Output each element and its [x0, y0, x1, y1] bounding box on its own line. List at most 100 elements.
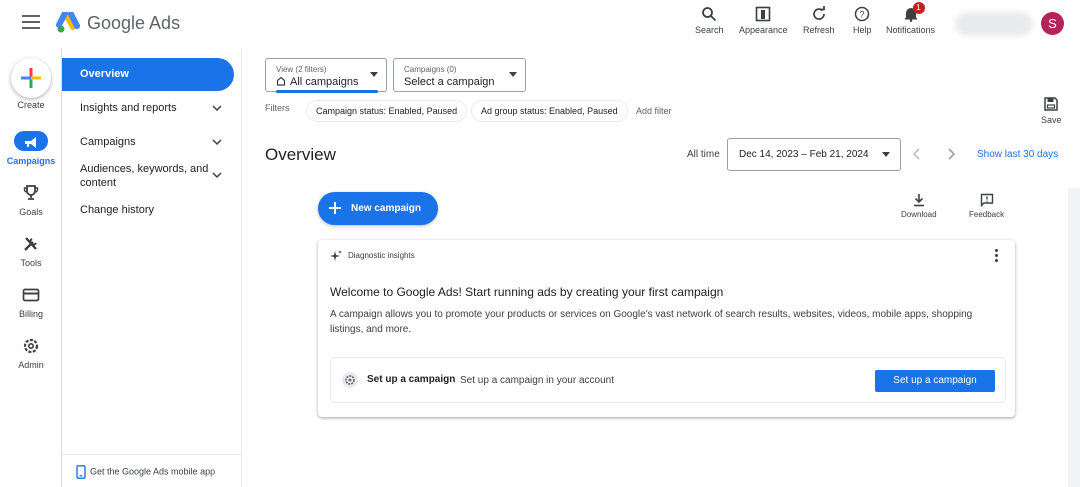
plus-icon	[329, 202, 341, 214]
filter-chip-ad-group-status[interactable]: Ad group status: Enabled, Paused	[472, 101, 627, 121]
save-label: Save	[1041, 115, 1062, 125]
trophy-icon	[23, 185, 39, 200]
nav-panel: Overview Insights and reports Campaigns …	[62, 48, 242, 487]
mobile-app-link[interactable]: Get the Google Ads mobile app	[76, 465, 215, 479]
plus-icon	[21, 68, 41, 88]
svg-text:?: ?	[860, 10, 865, 20]
tools-icon	[24, 237, 37, 251]
credit-card-icon	[22, 288, 40, 302]
appearance-button[interactable]: Appearance	[739, 6, 788, 35]
download-button[interactable]: Download	[901, 193, 937, 219]
main-content: View (2 filters) All campaigns Campaigns…	[243, 48, 1080, 487]
rail-item-admin[interactable]: Admin	[0, 336, 62, 380]
chevron-left-icon[interactable]	[912, 148, 922, 160]
more-vert-icon[interactable]	[995, 249, 999, 264]
dropdown-arrow-icon	[882, 152, 890, 157]
add-filter-button[interactable]: Add filter	[636, 106, 672, 116]
account-info[interactable]	[955, 12, 1033, 36]
feedback-button[interactable]: Feedback	[969, 193, 1004, 219]
refresh-icon	[812, 6, 825, 20]
card-headline: Welcome to Google Ads! Start running ads…	[330, 285, 724, 299]
brand-name: Google Ads	[87, 13, 181, 33]
dropdown-arrow-icon	[509, 72, 517, 77]
mobile-app-label: Get the Google Ads mobile app	[90, 466, 216, 477]
nav-label-overview: Overview	[80, 68, 129, 80]
setup-title: Set up a campaign	[367, 374, 456, 385]
setup-subtitle: Set up a campaign in your account	[460, 375, 614, 386]
nav-label-insights: Insights and reports	[80, 102, 177, 114]
notifications-label: Notifications	[886, 25, 936, 35]
feedback-icon	[980, 193, 993, 207]
date-range-value: Dec 14, 2023 – Feb 21, 2024	[739, 149, 869, 160]
nav-label-campaigns: Campaigns	[80, 136, 136, 148]
feedback-label: Feedback	[969, 210, 1005, 219]
page-title: Overview	[265, 145, 336, 164]
set-up-campaign-button[interactable]: Set up a campaign	[875, 370, 995, 392]
google-ads-logo	[56, 12, 80, 33]
help-button[interactable]: ? Help	[853, 6, 872, 35]
scrollbar[interactable]	[1068, 188, 1080, 487]
left-rail: Create Campaigns Goals Tools Billing Adm…	[0, 48, 62, 487]
filters-label: Filters	[265, 103, 290, 113]
new-campaign-button[interactable]: New campaign	[318, 192, 438, 225]
refresh-button[interactable]: Refresh	[803, 6, 835, 35]
search-icon	[702, 7, 717, 22]
view-picker-caption: View (2 filters)	[276, 65, 327, 74]
nav-item-overview[interactable]: Overview	[62, 58, 234, 91]
date-range-picker[interactable]: Dec 14, 2023 – Feb 21, 2024	[727, 138, 901, 171]
rail-item-campaigns[interactable]: Campaigns	[0, 131, 62, 176]
rail-item-tools[interactable]: Tools	[0, 234, 62, 278]
nav-label-change-history: Change history	[80, 204, 154, 216]
dropdown-arrow-icon	[370, 72, 378, 77]
download-icon	[913, 194, 924, 207]
rail-item-goals[interactable]: Goals	[0, 183, 62, 227]
nav-item-insights[interactable]: Insights and reports	[62, 102, 234, 116]
rail-label-billing: Billing	[18, 309, 43, 319]
nav-item-change-history[interactable]: Change history	[62, 204, 234, 218]
app-root: Google Ads Search Appearance Refresh ? H…	[0, 0, 1080, 487]
new-campaign-label: New campaign	[351, 203, 422, 214]
diagnostic-card: Diagnostic insights Welcome to Google Ad…	[318, 240, 1015, 417]
search-label: Search	[695, 25, 724, 35]
top-bar: Google Ads Search Appearance Refresh ? H…	[0, 0, 1080, 48]
diagnostic-text: Diagnostic insights	[348, 251, 415, 261]
diagnostic-insights-label: Diagnostic insights	[330, 250, 415, 262]
filter-chip-campaign-status[interactable]: Campaign status: Enabled, Paused	[307, 101, 467, 121]
setup-campaign-row: Set up a campaign Set up a campaign in y…	[330, 357, 1006, 403]
date-range-label: All time	[687, 149, 720, 160]
chevron-down-icon	[212, 172, 222, 179]
save-button[interactable]: Save	[1041, 96, 1062, 125]
create-button[interactable]	[11, 58, 51, 98]
chevron-down-icon	[212, 139, 222, 146]
setup-gear-icon	[342, 372, 358, 388]
download-label: Download	[901, 210, 937, 219]
nav-item-audiences[interactable]: Audiences, keywords, and content	[62, 162, 234, 192]
gear-icon	[345, 375, 355, 385]
rail-label-campaigns: Campaigns	[6, 156, 56, 166]
notifications-button[interactable]: Notifications 1	[886, 2, 936, 35]
create-label: Create	[17, 100, 45, 110]
help-icon: ?	[855, 6, 870, 22]
view-underline	[276, 90, 378, 93]
nav-item-campaigns[interactable]: Campaigns	[62, 136, 234, 150]
rail-item-billing[interactable]: Billing	[0, 285, 62, 329]
search-button[interactable]: Search	[695, 6, 724, 35]
show-last-30-days-link[interactable]: Show last 30 days	[977, 149, 1058, 160]
sparkle-icon	[330, 250, 342, 261]
notification-badge: 1	[912, 2, 925, 14]
appearance-label: Appearance	[739, 25, 788, 35]
gear-icon	[23, 338, 39, 354]
campaign-picker[interactable]: Campaigns (0) Select a campaign	[393, 58, 526, 92]
nav-label-audiences: Audiences, keywords, and content	[80, 163, 209, 189]
refresh-label: Refresh	[803, 25, 835, 35]
save-icon	[1044, 97, 1058, 111]
menu-icon[interactable]	[22, 15, 40, 29]
divider	[62, 454, 242, 455]
campaign-picker-caption: Campaigns (0)	[404, 65, 457, 74]
chevron-right-icon[interactable]	[946, 148, 956, 160]
megaphone-icon	[25, 137, 36, 148]
view-picker[interactable]: View (2 filters) All campaigns	[265, 58, 387, 93]
view-value: All campaigns	[290, 76, 359, 88]
avatar[interactable]: S	[1041, 12, 1064, 35]
campaign-picker-value: Select a campaign	[404, 76, 495, 88]
